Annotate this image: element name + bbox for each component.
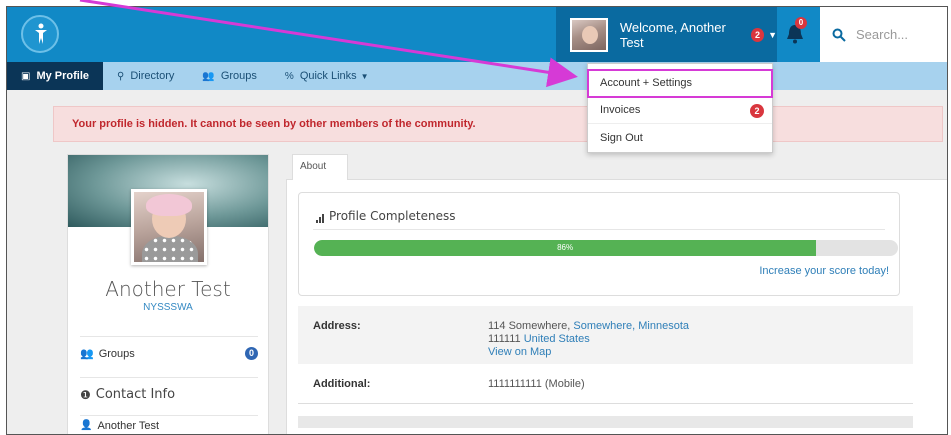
menu-item-label: Account + Settings <box>600 77 693 89</box>
nav-directory[interactable]: ⚲ Directory <box>103 62 188 90</box>
nav-groups[interactable]: 👥 Groups <box>188 62 271 90</box>
menu-item-label: Sign Out <box>600 131 643 144</box>
completeness-title-text: Profile Completeness <box>329 209 456 223</box>
search-icon: ⚲ <box>117 70 125 82</box>
notification-count-badge: 2 <box>750 27 765 42</box>
contact-info-heading: ❶ Contact Info <box>80 377 258 411</box>
tab-label: About <box>300 161 327 172</box>
nav-label: My Profile <box>36 70 90 82</box>
invoices-badge: 2 <box>750 104 764 118</box>
address-row: Address: 114 Somewhere, Somewhere, Minne… <box>298 306 913 364</box>
country-link[interactable]: United States <box>524 333 590 345</box>
menu-item-sign-out[interactable]: Sign Out <box>588 124 772 151</box>
about-panel: Profile Completeness 86% Increase your s… <box>286 179 947 434</box>
address-label: Address: <box>313 320 361 332</box>
address-value: 114 Somewhere, Somewhere, Minnesota 1111… <box>488 320 689 364</box>
profile-photo[interactable] <box>131 189 207 265</box>
menu-item-account-settings[interactable]: Account + Settings <box>587 69 773 98</box>
nav-label: Directory <box>130 70 175 82</box>
person-logo-icon <box>35 23 47 44</box>
top-bar: Welcome, Another Test 2 ▼ 0 <box>7 7 947 62</box>
info-circle-icon: ❶ <box>80 387 91 402</box>
increase-score-link[interactable]: Increase your score today! <box>759 265 889 277</box>
contact-heading-label: Contact Info <box>95 387 176 402</box>
nav-label: Quick Links <box>299 70 357 82</box>
nav-quick-links[interactable]: % Quick Links ▼ <box>271 62 389 90</box>
notifications-button[interactable]: 0 <box>785 17 807 45</box>
divider <box>313 229 885 230</box>
completeness-progress-bar: 86% <box>314 240 898 256</box>
contact-person-row: 👤 Another Test <box>80 415 258 434</box>
additional-row: Additional: 1111111111 (Mobile) <box>298 366 913 404</box>
profile-icon: ▣ <box>21 70 31 82</box>
search-bar <box>820 7 947 62</box>
groups-icon: 👥 <box>80 348 94 360</box>
menu-item-invoices[interactable]: Invoices 2 <box>588 97 772 124</box>
profile-completeness-box: Profile Completeness 86% Increase your s… <box>298 192 900 296</box>
main-nav: ▣ My Profile ⚲ Directory 👥 Groups % Quic… <box>7 62 947 90</box>
nav-label: Groups <box>220 70 257 82</box>
caret-down-icon: ▼ <box>360 71 369 81</box>
caret-down-icon: ▼ <box>768 29 777 40</box>
city-link[interactable]: Somewhere, <box>573 320 635 332</box>
profile-hidden-alert: Your profile is hidden. It cannot be see… <box>53 106 943 142</box>
next-section-strip <box>298 416 913 428</box>
organization-logo[interactable] <box>21 15 59 53</box>
additional-label: Additional: <box>313 378 371 390</box>
groups-row[interactable]: 👥 Groups 0 <box>80 336 258 370</box>
progress-fill: 86% <box>314 240 817 256</box>
zip-text: 111111 <box>488 333 521 345</box>
profile-name: Another Test <box>105 277 231 301</box>
avatar <box>570 17 608 52</box>
link-icon: % <box>284 70 294 82</box>
profile-org-link[interactable]: NYSSSWA <box>68 302 268 313</box>
user-menu-toggle[interactable]: Welcome, Another Test 2 ▼ <box>556 7 777 62</box>
search-input[interactable] <box>856 27 936 42</box>
profile-card: Another Test NYSSSWA 👥 Groups 0 ❶ Contac… <box>67 154 269 434</box>
groups-icon: 👥 <box>202 70 215 82</box>
photo-hat <box>146 194 192 216</box>
additional-value: 1111111111 (Mobile) <box>488 378 585 390</box>
menu-item-label: Invoices <box>600 104 641 116</box>
groups-label: Groups <box>98 347 135 360</box>
contact-name: Another Test <box>97 419 160 432</box>
photo-body <box>142 236 198 262</box>
state-link[interactable]: Minnesota <box>638 320 689 332</box>
search-icon <box>832 28 846 42</box>
welcome-text: Welcome, Another Test <box>619 19 726 50</box>
user-icon: 👤 <box>80 420 93 431</box>
bell-badge: 0 <box>795 17 807 29</box>
street-text: 114 Somewhere, <box>488 320 571 332</box>
completeness-title: Profile Completeness <box>316 209 455 223</box>
groups-count-badge: 0 <box>245 347 258 360</box>
signal-bars-icon <box>316 213 325 223</box>
app-window: Welcome, Another Test 2 ▼ 0 ▣ My Profile <box>6 6 948 435</box>
tab-about[interactable]: About <box>292 154 348 180</box>
alert-text: Your profile is hidden. It cannot be see… <box>72 118 476 130</box>
view-on-map-link[interactable]: View on Map <box>488 346 551 358</box>
nav-my-profile[interactable]: ▣ My Profile <box>7 62 104 90</box>
user-dropdown-menu: Account + Settings Invoices 2 Sign Out <box>587 63 773 153</box>
